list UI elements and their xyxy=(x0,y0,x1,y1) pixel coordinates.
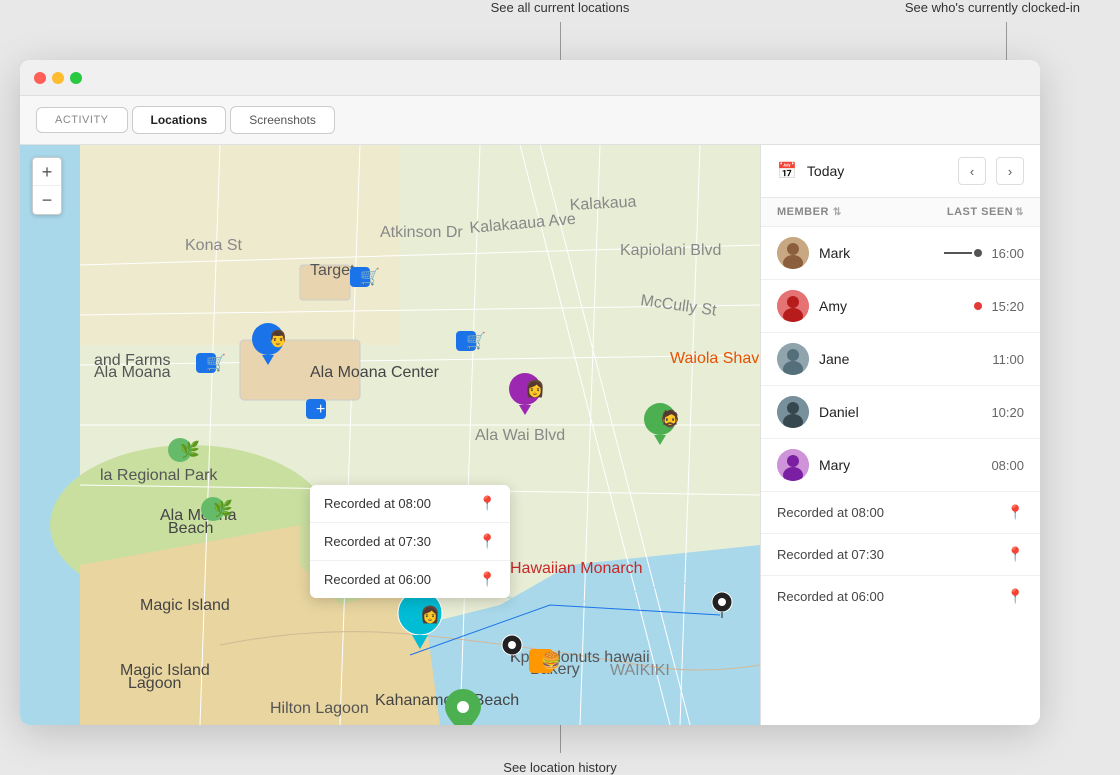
pin-icon-1: 📍 xyxy=(479,495,496,512)
close-button[interactable] xyxy=(34,72,46,84)
svg-text:Magic Island: Magic Island xyxy=(140,597,230,614)
app-window: ACTIVITY Locations Screenshots xyxy=(20,60,1040,725)
svg-text:Waiola Shave Ice: Waiola Shave Ice xyxy=(670,350,760,367)
popup-time-2: Recorded at 07:30 xyxy=(324,534,431,549)
tab-activity[interactable]: ACTIVITY xyxy=(36,107,128,133)
last-seen-jane: 11:00 xyxy=(992,352,1024,367)
member-row-mary[interactable]: Mary 08:00 xyxy=(761,439,1040,492)
svg-text:Lagoon: Lagoon xyxy=(128,675,181,692)
location-text-3: Recorded at 06:00 xyxy=(777,589,1007,604)
member-name-daniel: Daniel xyxy=(819,404,991,420)
map-controls: + − xyxy=(32,157,62,215)
popup-time-1: Recorded at 08:00 xyxy=(324,496,431,511)
tab-screenshots[interactable]: Screenshots xyxy=(230,106,335,134)
member-sort-icon[interactable]: ⇅ xyxy=(833,207,842,218)
svg-text:👩: 👩 xyxy=(420,605,440,624)
svg-text:Ala Moana Center: Ala Moana Center xyxy=(310,364,440,381)
location-pin-icon-1: 📍 xyxy=(1007,504,1024,521)
svg-text:Kalakaua: Kalakaua xyxy=(569,194,637,214)
table-header: MEMBER ⇅ LAST SEEN ⇅ xyxy=(761,198,1040,227)
svg-text:Kapiolani Blvd: Kapiolani Blvd xyxy=(620,242,721,259)
svg-text:Beach: Beach xyxy=(168,520,213,537)
location-text-1: Recorded at 08:00 xyxy=(777,505,1007,520)
svg-text:Hilton Lagoon: Hilton Lagoon xyxy=(270,700,369,717)
annotation-bottom-center: See location history xyxy=(503,760,616,775)
avatar-mark xyxy=(777,237,809,269)
svg-text:Atkinson Dr: Atkinson Dr xyxy=(380,224,463,241)
next-date-button[interactable]: › xyxy=(996,157,1024,185)
annotation-top-center: See all current locations xyxy=(491,0,630,15)
last-seen-mary: 08:00 xyxy=(991,458,1024,473)
pin-icon-3: 📍 xyxy=(479,571,496,588)
popup-item-1[interactable]: Recorded at 08:00 📍 xyxy=(310,485,510,523)
svg-text:🛒: 🛒 xyxy=(360,267,380,286)
today-label: Today xyxy=(807,163,948,179)
svg-text:🛒: 🛒 xyxy=(466,331,486,350)
annotation-top-right: See who's currently clocked-in xyxy=(905,0,1080,15)
member-row-amy[interactable]: Amy 15:20 xyxy=(761,280,1040,333)
map-area[interactable]: Ala Moana Center and Farms Ala Moana Tar… xyxy=(20,145,760,725)
traffic-lights xyxy=(34,72,82,84)
svg-text:Target: Target xyxy=(310,262,355,279)
location-pin-icon-3: 📍 xyxy=(1007,588,1024,605)
popup-time-3: Recorded at 06:00 xyxy=(324,572,431,587)
svg-text:Kona St: Kona St xyxy=(185,237,242,254)
member-name-amy: Amy xyxy=(819,298,974,314)
member-row-jane[interactable]: Jane 11:00 xyxy=(761,333,1040,386)
main-content: Ala Moana Center and Farms Ala Moana Tar… xyxy=(20,145,1040,725)
svg-text:la Regional Park: la Regional Park xyxy=(100,467,218,484)
last-seen-mark: 16:00 xyxy=(944,246,1024,261)
location-text-2: Recorded at 07:30 xyxy=(777,547,1007,562)
svg-text:+: + xyxy=(316,401,325,418)
pin-icon-2: 📍 xyxy=(479,533,496,550)
minimize-button[interactable] xyxy=(52,72,64,84)
zoom-in-button[interactable]: + xyxy=(33,158,61,186)
avatar-mary xyxy=(777,449,809,481)
tab-bar: ACTIVITY Locations Screenshots xyxy=(20,96,1040,145)
avatar-daniel xyxy=(777,396,809,428)
svg-text:🍔: 🍔 xyxy=(541,651,561,670)
svg-text:🧔: 🧔 xyxy=(660,409,680,428)
svg-text:Ala Wai Blvd: Ala Wai Blvd xyxy=(475,427,565,444)
location-popup: Recorded at 08:00 📍 Recorded at 07:30 📍 … xyxy=(310,485,510,598)
popup-item-3[interactable]: Recorded at 06:00 📍 xyxy=(310,561,510,598)
avatar-jane xyxy=(777,343,809,375)
last-seen-amy: 15:20 xyxy=(974,299,1024,314)
tab-locations[interactable]: Locations xyxy=(132,106,227,134)
zoom-out-button[interactable]: − xyxy=(33,186,61,214)
last-seen-daniel: 10:20 xyxy=(991,405,1024,420)
right-panel: 📅 Today ‹ › MEMBER ⇅ LAST SEEN ⇅ xyxy=(760,145,1040,725)
svg-text:🌿: 🌿 xyxy=(213,499,233,518)
title-bar xyxy=(20,60,1040,96)
svg-text:Ala Moana: Ala Moana xyxy=(94,364,171,381)
last-seen-sort-icon[interactable]: ⇅ xyxy=(1015,207,1024,218)
location-history-row-3[interactable]: Recorded at 06:00 📍 xyxy=(761,576,1040,617)
member-name-mary: Mary xyxy=(819,457,991,473)
location-history-row-1[interactable]: Recorded at 08:00 📍 xyxy=(761,492,1040,534)
member-col-label: MEMBER xyxy=(777,206,829,218)
maximize-button[interactable] xyxy=(70,72,82,84)
last-seen-col-label: LAST SEEN xyxy=(947,206,1013,218)
svg-text:🛒: 🛒 xyxy=(206,353,226,372)
location-history-row-2[interactable]: Recorded at 07:30 📍 xyxy=(761,534,1040,576)
svg-text:🌿: 🌿 xyxy=(180,440,200,459)
location-pin-icon-2: 📍 xyxy=(1007,546,1024,563)
panel-header: 📅 Today ‹ › xyxy=(761,145,1040,198)
svg-text:👨: 👨 xyxy=(268,329,288,348)
avatar-amy xyxy=(777,290,809,322)
member-name-mark: Mark xyxy=(819,245,944,261)
svg-text:👩: 👩 xyxy=(525,379,545,398)
member-row-mark[interactable]: Mark 16:00 xyxy=(761,227,1040,280)
popup-item-2[interactable]: Recorded at 07:30 📍 xyxy=(310,523,510,561)
members-table: MEMBER ⇅ LAST SEEN ⇅ xyxy=(761,198,1040,725)
member-row-daniel[interactable]: Daniel 10:20 xyxy=(761,386,1040,439)
member-name-jane: Jane xyxy=(819,351,992,367)
prev-date-button[interactable]: ‹ xyxy=(958,157,986,185)
svg-text:Hawaiian Monarch: Hawaiian Monarch xyxy=(510,560,643,577)
calendar-icon: 📅 xyxy=(777,161,797,181)
